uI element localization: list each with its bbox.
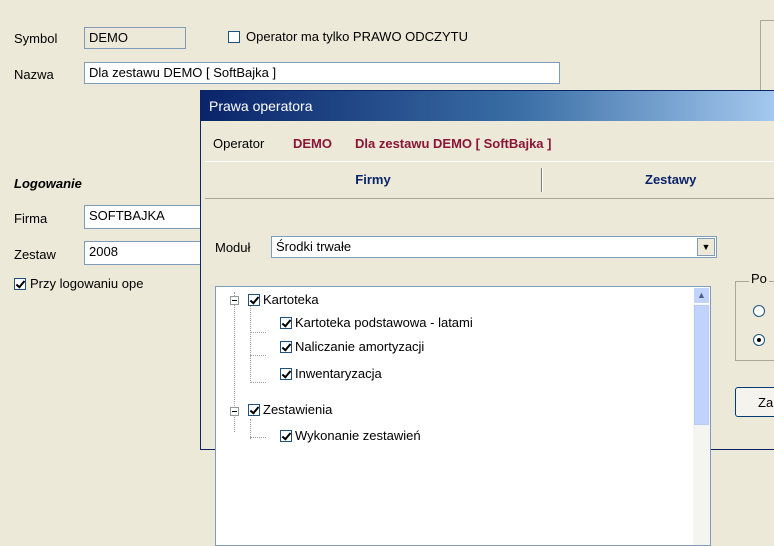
company-label: Firma [14, 211, 48, 226]
tree-node-naliczanie[interactable]: Naliczanie amortyzacji [280, 337, 424, 357]
tree-node-label: Inwentaryzacja [295, 366, 382, 381]
tree-checkbox[interactable] [280, 429, 292, 442]
set-label: Zestaw [14, 247, 56, 262]
module-select[interactable]: Środki trwałe ▼ [271, 236, 717, 258]
tree-checkbox[interactable] [280, 316, 292, 329]
symbol-label: Symbol [14, 31, 58, 46]
tree-checkbox[interactable] [280, 340, 292, 353]
tree-scrollbar[interactable]: ▲ [693, 287, 710, 545]
name-label: Nazwa [14, 67, 54, 82]
symbol-field[interactable]: DEMO [84, 27, 186, 49]
chevron-down-icon[interactable]: ▼ [697, 238, 715, 256]
tree-line [250, 419, 251, 439]
set-field[interactable]: 2008 [84, 241, 214, 265]
right-group-label: Po [749, 271, 769, 286]
tree-node-wykonanie[interactable]: Wykonanie zestawień [280, 426, 421, 446]
rights-dialog: Prawa operatora Operator DEMO Dla zestaw… [200, 90, 774, 546]
readonly-checkbox-label: Operator ma tylko PRAWO ODCZYTU [246, 29, 468, 44]
scroll-thumb[interactable] [694, 305, 709, 425]
tab-strip: Firmy Zestawy [205, 161, 774, 199]
right-button[interactable]: Za [735, 387, 774, 417]
operator-name: Dla zestawu DEMO [ SoftBajka ] [355, 136, 552, 151]
login-checkbox[interactable] [14, 278, 26, 290]
readonly-checkbox[interactable] [228, 31, 240, 43]
tree-node-label: Naliczanie amortyzacji [295, 339, 425, 354]
tree-node-kartoteka-podstawowa[interactable]: Kartoteka podstawowa - latami [280, 313, 473, 333]
login-heading: Logowanie [14, 176, 82, 191]
right-group-frame [735, 281, 774, 361]
tree-checkbox[interactable] [248, 293, 260, 306]
collapse-icon[interactable] [230, 407, 239, 416]
operator-symbol: DEMO [293, 136, 332, 151]
tree-node-kartoteka[interactable]: Kartoteka [248, 290, 319, 310]
tab-separator [541, 168, 543, 192]
option-radio-2[interactable] [753, 334, 765, 346]
module-label: Moduł [215, 240, 251, 255]
tree-node-zestawienia[interactable]: Zestawienia [248, 400, 332, 420]
name-field[interactable]: Dla zestawu DEMO [ SoftBajka ] [84, 62, 560, 84]
tree-node-label: Kartoteka podstawowa - latami [295, 315, 473, 330]
module-value: Środki trwałe [276, 239, 352, 254]
tree-checkbox[interactable] [280, 367, 292, 380]
tree-line [250, 382, 266, 383]
company-field[interactable]: SOFTBAJKA [84, 205, 214, 229]
right-button-label: Za [758, 395, 774, 410]
tab-firmy[interactable]: Firmy [205, 162, 541, 198]
tab-zestawy[interactable]: Zestawy [645, 162, 774, 198]
tree-line [250, 355, 266, 356]
rights-tree: Kartoteka Kartoteka podstawowa - latami … [215, 286, 711, 546]
tree-node-label: Wykonanie zestawień [295, 428, 421, 443]
tree-node-label: Zestawienia [263, 402, 333, 417]
dialog-title[interactable]: Prawa operatora [201, 91, 774, 121]
tree-checkbox[interactable] [248, 403, 260, 416]
option-radio-1[interactable] [753, 305, 765, 317]
scroll-up-icon[interactable]: ▲ [693, 287, 710, 304]
operator-label: Operator [213, 136, 265, 151]
tree-line [250, 332, 266, 333]
tree-line [250, 305, 251, 383]
collapse-icon[interactable] [230, 296, 239, 305]
tree-node-label: Kartoteka [263, 292, 319, 307]
login-checkbox-label: Przy logowaniu ope [30, 276, 144, 291]
tree-line [250, 437, 266, 438]
tree-node-inwentaryzacja[interactable]: Inwentaryzacja [280, 364, 382, 384]
